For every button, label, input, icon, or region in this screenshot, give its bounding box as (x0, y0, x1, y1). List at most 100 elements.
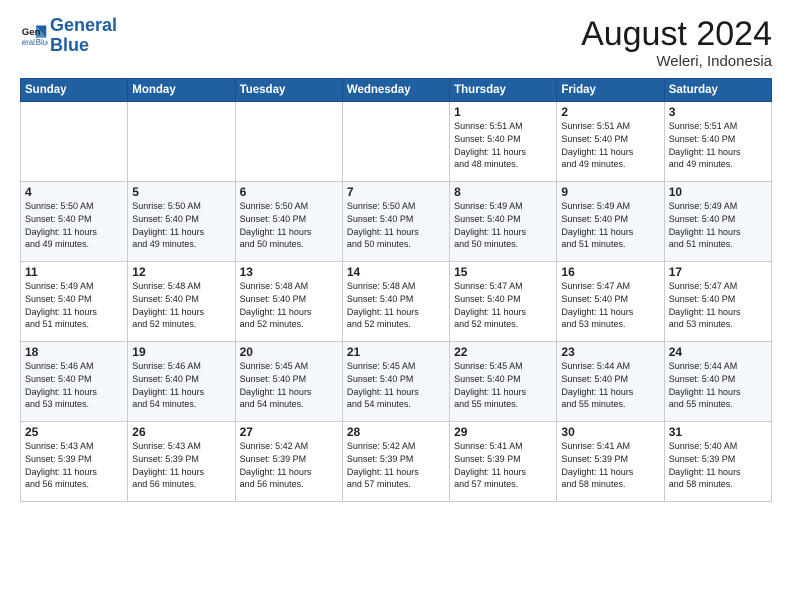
day-cell: 14Sunrise: 5:48 AM Sunset: 5:40 PM Dayli… (342, 262, 449, 342)
day-cell: 6Sunrise: 5:50 AM Sunset: 5:40 PM Daylig… (235, 182, 342, 262)
day-cell: 17Sunrise: 5:47 AM Sunset: 5:40 PM Dayli… (664, 262, 771, 342)
day-cell: 30Sunrise: 5:41 AM Sunset: 5:39 PM Dayli… (557, 422, 664, 502)
day-cell: 8Sunrise: 5:49 AM Sunset: 5:40 PM Daylig… (450, 182, 557, 262)
day-number: 30 (561, 425, 659, 439)
day-info: Sunrise: 5:46 AM Sunset: 5:40 PM Dayligh… (25, 360, 123, 410)
day-number: 15 (454, 265, 552, 279)
day-number: 4 (25, 185, 123, 199)
day-cell: 24Sunrise: 5:44 AM Sunset: 5:40 PM Dayli… (664, 342, 771, 422)
day-info: Sunrise: 5:50 AM Sunset: 5:40 PM Dayligh… (25, 200, 123, 250)
day-info: Sunrise: 5:48 AM Sunset: 5:40 PM Dayligh… (132, 280, 230, 330)
day-cell: 11Sunrise: 5:49 AM Sunset: 5:40 PM Dayli… (21, 262, 128, 342)
day-number: 13 (240, 265, 338, 279)
day-info: Sunrise: 5:41 AM Sunset: 5:39 PM Dayligh… (454, 440, 552, 490)
day-number: 23 (561, 345, 659, 359)
day-number: 20 (240, 345, 338, 359)
day-cell: 22Sunrise: 5:45 AM Sunset: 5:40 PM Dayli… (450, 342, 557, 422)
day-number: 6 (240, 185, 338, 199)
day-cell: 26Sunrise: 5:43 AM Sunset: 5:39 PM Dayli… (128, 422, 235, 502)
day-info: Sunrise: 5:47 AM Sunset: 5:40 PM Dayligh… (561, 280, 659, 330)
day-info: Sunrise: 5:49 AM Sunset: 5:40 PM Dayligh… (561, 200, 659, 250)
day-cell (342, 102, 449, 182)
main-title: August 2024 (581, 16, 772, 53)
day-info: Sunrise: 5:47 AM Sunset: 5:40 PM Dayligh… (454, 280, 552, 330)
day-number: 26 (132, 425, 230, 439)
day-info: Sunrise: 5:47 AM Sunset: 5:40 PM Dayligh… (669, 280, 767, 330)
day-number: 22 (454, 345, 552, 359)
day-number: 19 (132, 345, 230, 359)
day-cell: 12Sunrise: 5:48 AM Sunset: 5:40 PM Dayli… (128, 262, 235, 342)
calendar-page: Gen eral Blue General Blue August 2024 W… (0, 0, 792, 612)
day-info: Sunrise: 5:51 AM Sunset: 5:40 PM Dayligh… (561, 120, 659, 170)
day-info: Sunrise: 5:48 AM Sunset: 5:40 PM Dayligh… (347, 280, 445, 330)
week-row-3: 18Sunrise: 5:46 AM Sunset: 5:40 PM Dayli… (21, 342, 772, 422)
logo-text: General Blue (50, 16, 117, 56)
day-number: 16 (561, 265, 659, 279)
day-cell: 7Sunrise: 5:50 AM Sunset: 5:40 PM Daylig… (342, 182, 449, 262)
day-cell: 15Sunrise: 5:47 AM Sunset: 5:40 PM Dayli… (450, 262, 557, 342)
day-cell: 27Sunrise: 5:42 AM Sunset: 5:39 PM Dayli… (235, 422, 342, 502)
week-row-4: 25Sunrise: 5:43 AM Sunset: 5:39 PM Dayli… (21, 422, 772, 502)
day-cell: 23Sunrise: 5:44 AM Sunset: 5:40 PM Dayli… (557, 342, 664, 422)
week-row-0: 1Sunrise: 5:51 AM Sunset: 5:40 PM Daylig… (21, 102, 772, 182)
day-number: 24 (669, 345, 767, 359)
day-cell: 20Sunrise: 5:45 AM Sunset: 5:40 PM Dayli… (235, 342, 342, 422)
day-cell: 28Sunrise: 5:42 AM Sunset: 5:39 PM Dayli… (342, 422, 449, 502)
day-cell: 5Sunrise: 5:50 AM Sunset: 5:40 PM Daylig… (128, 182, 235, 262)
day-number: 11 (25, 265, 123, 279)
day-number: 21 (347, 345, 445, 359)
day-info: Sunrise: 5:44 AM Sunset: 5:40 PM Dayligh… (561, 360, 659, 410)
day-cell: 13Sunrise: 5:48 AM Sunset: 5:40 PM Dayli… (235, 262, 342, 342)
day-info: Sunrise: 5:49 AM Sunset: 5:40 PM Dayligh… (454, 200, 552, 250)
week-row-2: 11Sunrise: 5:49 AM Sunset: 5:40 PM Dayli… (21, 262, 772, 342)
logo: Gen eral Blue General Blue (20, 16, 117, 56)
col-thursday: Thursday (450, 79, 557, 102)
day-info: Sunrise: 5:46 AM Sunset: 5:40 PM Dayligh… (132, 360, 230, 410)
day-info: Sunrise: 5:41 AM Sunset: 5:39 PM Dayligh… (561, 440, 659, 490)
svg-text:eral: eral (22, 38, 35, 47)
day-cell: 16Sunrise: 5:47 AM Sunset: 5:40 PM Dayli… (557, 262, 664, 342)
day-info: Sunrise: 5:50 AM Sunset: 5:40 PM Dayligh… (347, 200, 445, 250)
day-number: 27 (240, 425, 338, 439)
day-cell (128, 102, 235, 182)
day-cell: 25Sunrise: 5:43 AM Sunset: 5:39 PM Dayli… (21, 422, 128, 502)
day-info: Sunrise: 5:50 AM Sunset: 5:40 PM Dayligh… (132, 200, 230, 250)
day-info: Sunrise: 5:43 AM Sunset: 5:39 PM Dayligh… (25, 440, 123, 490)
day-number: 9 (561, 185, 659, 199)
day-number: 2 (561, 105, 659, 119)
page-header: Gen eral Blue General Blue August 2024 W… (20, 16, 772, 70)
day-cell (21, 102, 128, 182)
day-number: 1 (454, 105, 552, 119)
day-info: Sunrise: 5:45 AM Sunset: 5:40 PM Dayligh… (240, 360, 338, 410)
day-info: Sunrise: 5:42 AM Sunset: 5:39 PM Dayligh… (347, 440, 445, 490)
day-number: 5 (132, 185, 230, 199)
day-info: Sunrise: 5:42 AM Sunset: 5:39 PM Dayligh… (240, 440, 338, 490)
day-info: Sunrise: 5:40 AM Sunset: 5:39 PM Dayligh… (669, 440, 767, 490)
svg-text:Gen: Gen (22, 27, 41, 38)
day-number: 17 (669, 265, 767, 279)
day-info: Sunrise: 5:49 AM Sunset: 5:40 PM Dayligh… (669, 200, 767, 250)
day-number: 28 (347, 425, 445, 439)
day-info: Sunrise: 5:51 AM Sunset: 5:40 PM Dayligh… (454, 120, 552, 170)
day-number: 14 (347, 265, 445, 279)
col-saturday: Saturday (664, 79, 771, 102)
day-cell: 10Sunrise: 5:49 AM Sunset: 5:40 PM Dayli… (664, 182, 771, 262)
day-info: Sunrise: 5:49 AM Sunset: 5:40 PM Dayligh… (25, 280, 123, 330)
day-cell: 1Sunrise: 5:51 AM Sunset: 5:40 PM Daylig… (450, 102, 557, 182)
day-cell (235, 102, 342, 182)
svg-text:Blue: Blue (36, 38, 48, 47)
day-number: 8 (454, 185, 552, 199)
day-info: Sunrise: 5:45 AM Sunset: 5:40 PM Dayligh… (454, 360, 552, 410)
day-number: 10 (669, 185, 767, 199)
day-info: Sunrise: 5:44 AM Sunset: 5:40 PM Dayligh… (669, 360, 767, 410)
col-sunday: Sunday (21, 79, 128, 102)
day-cell: 18Sunrise: 5:46 AM Sunset: 5:40 PM Dayli… (21, 342, 128, 422)
day-cell: 19Sunrise: 5:46 AM Sunset: 5:40 PM Dayli… (128, 342, 235, 422)
day-cell: 31Sunrise: 5:40 AM Sunset: 5:39 PM Dayli… (664, 422, 771, 502)
subtitle: Weleri, Indonesia (581, 53, 772, 70)
day-info: Sunrise: 5:43 AM Sunset: 5:39 PM Dayligh… (132, 440, 230, 490)
day-cell: 4Sunrise: 5:50 AM Sunset: 5:40 PM Daylig… (21, 182, 128, 262)
day-number: 18 (25, 345, 123, 359)
col-monday: Monday (128, 79, 235, 102)
day-info: Sunrise: 5:48 AM Sunset: 5:40 PM Dayligh… (240, 280, 338, 330)
